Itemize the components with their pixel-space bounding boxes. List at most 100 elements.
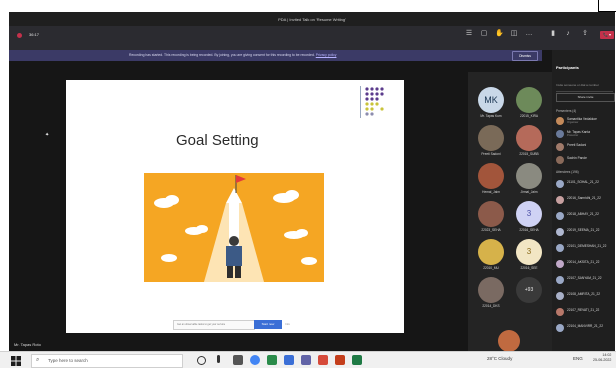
participant-row[interactable]: 22104_MANVIRR_21_22: [556, 323, 615, 334]
app-icon[interactable]: [352, 355, 362, 365]
video-tile[interactable]: Jirmal_Jaim: [511, 163, 547, 199]
video-tile[interactable]: 22023_SEHA: [473, 201, 509, 237]
taskbar-search[interactable]: ⌕ Type here to search: [31, 354, 183, 368]
task-view-icon[interactable]: [197, 356, 206, 365]
participant-name: 22014_AKSITA_21_22: [567, 260, 600, 264]
video-tile[interactable]: 22014_DKS: [473, 277, 509, 313]
edge-icon[interactable]: [284, 355, 294, 365]
privacy-link[interactable]: Privacy policy: [316, 53, 337, 57]
rooms-icon[interactable]: ◫: [510, 30, 518, 38]
slide-title: Goal Setting: [176, 132, 259, 149]
participant-row[interactable]: 22014_AKSITA_21_22: [556, 259, 615, 270]
share-invite-button[interactable]: Share invite: [556, 93, 615, 102]
file-explorer-icon[interactable]: [233, 355, 243, 365]
participant-row[interactable]: 22016_Samridhi_21_22: [556, 195, 615, 206]
system-clock[interactable]: 14:02 25-06-2022: [593, 353, 611, 363]
attendees-heading: Attendees (196): [556, 170, 579, 174]
chrome-icon[interactable]: [250, 355, 260, 365]
participant-row[interactable]: 21101_SOHAL_21_22: [556, 179, 615, 190]
avatar: [556, 180, 564, 188]
tile-name: 22016_SEHA: [519, 228, 539, 232]
invite-input[interactable]: Invite someone or dial a number: [556, 83, 613, 92]
participant-row[interactable]: 22019_SEEMA_21_22: [556, 227, 615, 238]
excel-icon[interactable]: [267, 355, 277, 365]
participant-name: 22107_REVATI_21_22: [567, 308, 600, 312]
participants-icon[interactable]: ☰: [465, 30, 473, 38]
window-title: PDA | Invited Talk on 'Resume Writing': [278, 17, 346, 22]
corner-box: [598, 0, 616, 12]
video-tile[interactable]: 3 22016_SEHA: [511, 201, 547, 237]
panel-title: Participants: [556, 65, 579, 70]
participant-row[interactable]: Mr. Tapas Kanta Presenter: [556, 129, 615, 140]
participant-row[interactable]: Sachin Pande: [556, 155, 615, 166]
widgets-icon[interactable]: [217, 355, 220, 363]
tile-name: Preeti Sadoni: [481, 152, 501, 156]
tile-name: 22015_KIRA: [519, 114, 539, 118]
language-indicator[interactable]: ENG: [573, 356, 583, 361]
avatar: [556, 308, 564, 316]
participant-name: Sachin Pande: [567, 156, 587, 160]
participants-panel: Participants Invite someone or dial a nu…: [552, 50, 615, 353]
teams-icon[interactable]: [301, 355, 311, 365]
avatar: [478, 277, 504, 303]
avatar: [556, 276, 564, 284]
tile-name: 22023_SEHA: [481, 228, 501, 232]
banner-text: Recording has started. This recording is…: [129, 53, 315, 57]
slide-divider: [360, 86, 361, 118]
raise-hand-icon[interactable]: ✋: [495, 30, 504, 38]
video-tile[interactable]: MK Mr. Tapas Kum: [473, 87, 509, 123]
participant-role: Organiser: [567, 121, 579, 124]
video-tile[interactable]: 3 22016_SEE: [511, 239, 547, 275]
participant-row[interactable]: Preeti Sadoni: [556, 142, 615, 153]
video-tile[interactable]: Hemal_Jaim: [473, 163, 509, 199]
participant-role: Presenter: [567, 134, 579, 137]
video-tile[interactable]: 22015_KIRA: [511, 87, 547, 123]
mouse-cursor-icon: ✦: [45, 132, 50, 138]
dismiss-button[interactable]: Dismiss: [512, 51, 538, 61]
share-icon[interactable]: ⇪: [581, 30, 589, 38]
participant-name: 22101_DEMESHAN_21_22: [567, 244, 607, 248]
participant-name: 21101_SOHAL_21_22: [567, 180, 599, 184]
participant-row[interactable]: 22018_ABHAY_21_22: [556, 211, 615, 222]
participant-name: 22107_SANYAM_21_22: [567, 276, 602, 280]
more-actions-icon[interactable]: …: [525, 30, 533, 38]
caption-input[interactable]: Get an observable tasks to get your serv…: [173, 320, 255, 330]
app-icon[interactable]: [318, 355, 328, 365]
participant-row[interactable]: 22108_AMRITA_21_22: [556, 291, 615, 302]
recording-indicator-icon: [17, 33, 22, 38]
participant-row[interactable]: 22107_SANYAM_21_22: [556, 275, 615, 286]
presenters-heading: Presenters (4): [556, 109, 577, 113]
recording-banner: Recording has started. This recording is…: [9, 50, 542, 61]
avatar: [478, 239, 504, 265]
avatar: [556, 117, 564, 125]
leave-button[interactable]: 📞 ▾: [600, 31, 614, 39]
powerpoint-icon[interactable]: [335, 355, 345, 365]
weather-widget[interactable]: 28°C Cloudy: [487, 356, 512, 361]
mic-icon[interactable]: ♪: [564, 30, 572, 38]
participant-row[interactable]: Samantika Vedakkoe Organiser: [556, 116, 615, 127]
self-video-avatar: [498, 330, 520, 352]
video-tile[interactable]: 22010_MU: [473, 239, 509, 275]
title-bar: PDA | Invited Talk on 'Resume Writing': [9, 12, 615, 26]
avatar: 3: [516, 239, 542, 265]
more-participants-tile[interactable]: +93: [511, 277, 547, 313]
dot-grid-decoration: [365, 87, 384, 116]
tile-name: 22014_DKS: [482, 304, 500, 308]
chat-icon[interactable]: ▢: [480, 30, 488, 38]
participant-gallery: MK Mr. Tapas Kum 22015_KIRA Preeti Sadon…: [468, 72, 552, 352]
tile-name: Mr. Tapas Kum: [480, 114, 502, 118]
windows-start-icon[interactable]: [11, 356, 21, 366]
participant-row[interactable]: 22107_REVATI_21_22: [556, 307, 615, 318]
avatar: [556, 228, 564, 236]
participant-row[interactable]: 22101_DEMESHAN_21_22: [556, 243, 615, 254]
avatar: [478, 163, 504, 189]
video-tile[interactable]: Preeti Sadoni: [473, 125, 509, 161]
participant-name: 22019_SEEMA_21_22: [567, 228, 600, 232]
video-tile[interactable]: 22015_SUBB: [511, 125, 547, 161]
avatar: [556, 196, 564, 204]
caption-start-button[interactable]: Start now: [254, 320, 282, 329]
camera-icon[interactable]: ▮: [549, 30, 557, 38]
participant-name: 22018_ABHAY_21_22: [567, 212, 599, 216]
avatar: [478, 125, 504, 151]
avatar: [516, 163, 542, 189]
